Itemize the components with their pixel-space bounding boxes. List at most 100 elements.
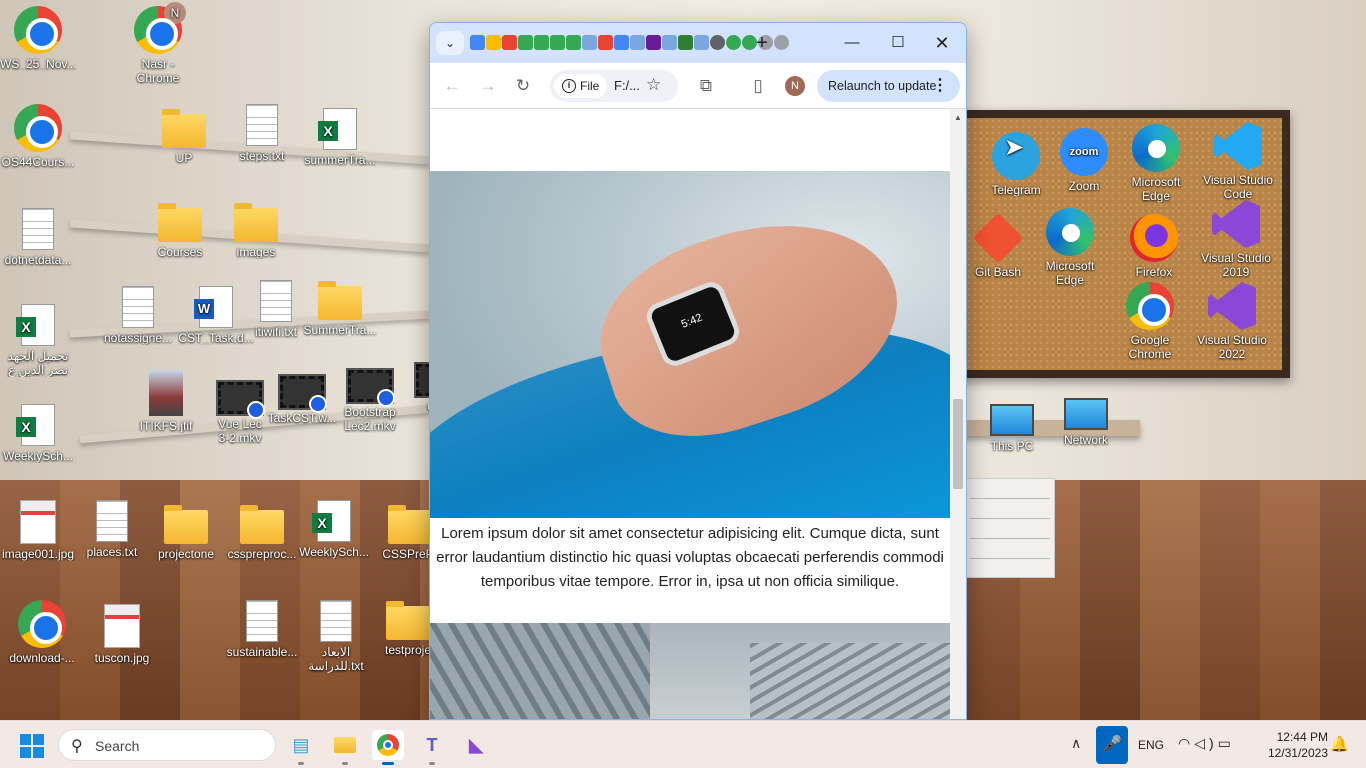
close-window-button[interactable]: ✕: [928, 31, 956, 55]
relaunch-label: Relaunch to update: [828, 79, 937, 93]
desktop-icon-label: Nasr - Chrome: [136, 57, 180, 85]
scroll-up-arrow-icon[interactable]: ▲: [954, 113, 962, 122]
system-tray-icons[interactable]: ◠◁)▭: [1178, 735, 1235, 752]
desktop-icon[interactable]: steps.txt: [224, 100, 300, 163]
tab-favicon[interactable]: [566, 35, 581, 50]
desktop-icon[interactable]: Visual Studio Code: [1200, 122, 1276, 201]
desktop-icon[interactable]: TaskCST.w...: [264, 366, 340, 425]
desktop-icon[interactable]: N Nasr - Chrome: [120, 2, 196, 85]
vertical-scrollbar[interactable]: ▲: [950, 109, 966, 719]
desktop-icon[interactable]: Microsoft Edge: [1118, 124, 1194, 203]
battery-icon[interactable]: ▭: [1218, 735, 1235, 751]
more-menu-icon[interactable]: ⋮: [932, 70, 948, 102]
scrollbar-thumb[interactable]: [953, 399, 963, 490]
desktop-icon[interactable]: zoom Zoom: [1046, 128, 1122, 193]
taskbar-clock[interactable]: 12:44 PM 12/31/2023: [1258, 729, 1328, 761]
tab-favicon[interactable]: [710, 35, 725, 50]
desktop-icon[interactable]: Visual Studio 2022: [1194, 282, 1270, 361]
desktop-icon[interactable]: Bootstrap Lec2.mkv: [332, 360, 408, 433]
desktop-icon[interactable]: Telegram: [978, 132, 1054, 197]
tab-search-button[interactable]: ⌄: [436, 31, 464, 55]
visual-studio-taskbar-icon[interactable]: ◣: [460, 730, 492, 760]
desktop-icon[interactable]: UP: [146, 104, 222, 165]
chrome-taskbar-icon[interactable]: [372, 730, 404, 765]
desktop-icon[interactable]: This PC: [974, 394, 1050, 453]
side-panel-icon[interactable]: ▯: [746, 74, 770, 98]
desktop-icon[interactable]: Google Chrome: [1112, 282, 1188, 361]
wifi-icon[interactable]: ◠: [1178, 735, 1194, 751]
bookmark-star-icon[interactable]: ☆: [646, 75, 661, 95]
tab-favicon[interactable]: [614, 35, 629, 50]
tab-favicon[interactable]: [502, 35, 517, 50]
desktop-icon[interactable]: sustainable...: [224, 596, 300, 659]
desktop-icon[interactable]: Firefox: [1116, 214, 1192, 279]
tab-favicon[interactable]: [582, 35, 597, 50]
maximize-button[interactable]: ☐: [884, 31, 912, 55]
tab-favicon[interactable]: [662, 35, 677, 50]
tab-favicon[interactable]: [470, 35, 485, 50]
desktop-icon[interactable]: image001.jpg: [0, 496, 76, 561]
desktop-icon[interactable]: csspreproc...: [224, 500, 300, 561]
volume-icon[interactable]: ◁): [1194, 735, 1217, 751]
microphone-icon[interactable]: 🎤: [1096, 726, 1128, 764]
forward-arrow-icon[interactable]: →: [476, 74, 500, 98]
extensions-puzzle-icon[interactable]: ⧉: [694, 74, 718, 98]
input-language[interactable]: ENG: [1138, 738, 1164, 752]
tab-favicon[interactable]: [726, 35, 741, 50]
desktop-icon[interactable]: projectone: [148, 500, 224, 561]
back-arrow-icon[interactable]: ←: [440, 74, 464, 98]
reload-icon[interactable]: ↻: [511, 74, 535, 98]
tab-favicon[interactable]: [774, 35, 789, 50]
site-info-chip[interactable]: File: [554, 74, 608, 98]
desktop-icon[interactable]: WeeklySch...: [0, 400, 76, 463]
desktop-icon[interactable]: dotnetdata...: [0, 204, 76, 267]
desktop-icon[interactable]: tuscon.jpg: [84, 600, 160, 665]
tab-favicon[interactable]: [550, 35, 565, 50]
url-text[interactable]: F:/...: [614, 78, 640, 93]
desktop-icon[interactable]: WS_25_Nov...: [0, 6, 76, 71]
tab-favicon[interactable]: [678, 35, 693, 50]
pinned-tab-favicons[interactable]: [470, 35, 789, 50]
desktop-icon[interactable]: OS44Cours...: [0, 104, 76, 169]
show-hidden-icons-chevron-icon[interactable]: ∧: [1071, 735, 1081, 752]
tab-favicon[interactable]: [598, 35, 613, 50]
desktop-icon[interactable]: Network: [1048, 388, 1124, 447]
tab-favicon[interactable]: [534, 35, 549, 50]
taskbar-search-box[interactable]: ⚲ Search: [58, 729, 276, 761]
address-bar[interactable]: File F:/... ☆: [550, 70, 678, 102]
desktop-icon[interactable]: تحميل الجهد نصر الدين ع: [0, 300, 76, 377]
desktop-icon-label: This PC: [990, 439, 1034, 453]
desktop-icon[interactable]: images: [218, 198, 294, 259]
desktop-icon[interactable]: ITIKFS.jfif: [128, 368, 204, 433]
xls-icon: [16, 304, 55, 346]
desktop-icon[interactable]: Git Bash: [960, 212, 1036, 279]
relaunch-to-update-button[interactable]: Relaunch to update ⋮: [817, 70, 960, 102]
tab-favicon[interactable]: [694, 35, 709, 50]
new-tab-button[interactable]: +: [748, 31, 776, 55]
desktop-icon[interactable]: Visual Studio 2019: [1198, 200, 1274, 279]
tab-favicon[interactable]: [630, 35, 645, 50]
teams-taskbar-icon[interactable]: T: [416, 730, 448, 765]
profile-avatar[interactable]: N: [785, 76, 805, 96]
desktop-icon-label: Visual Studio 2022: [1197, 333, 1267, 361]
desktop-icon[interactable]: download-...: [4, 600, 80, 665]
tab-favicon[interactable]: [518, 35, 533, 50]
desktop-icon[interactable]: places.txt: [74, 496, 150, 559]
desktop-icon[interactable]: الابعاد للدراسة.txt: [298, 596, 374, 673]
notification-bell-icon[interactable]: 🔔: [1330, 735, 1349, 753]
desktop-icon[interactable]: Courses: [142, 198, 218, 259]
desktop-icon[interactable]: notassigne...: [100, 282, 176, 345]
tab-favicon[interactable]: [646, 35, 661, 50]
desktop-icon[interactable]: SummerTra...: [302, 276, 378, 337]
start-button[interactable]: [20, 734, 44, 758]
desktop-icon-label: places.txt: [86, 545, 138, 559]
tab-favicon[interactable]: [486, 35, 501, 50]
ff-icon: [1130, 214, 1178, 262]
minimize-button[interactable]: —: [838, 31, 866, 55]
desktop-icon[interactable]: Microsoft Edge: [1032, 208, 1108, 287]
desktop-icon[interactable]: summerTra...: [302, 104, 378, 167]
notepad-taskbar-icon[interactable]: ▤: [285, 730, 317, 765]
file-explorer-taskbar-icon[interactable]: [329, 730, 361, 765]
page-viewport[interactable]: 5:42 Lorem ipsum dolor sit amet consecte…: [430, 109, 950, 719]
desktop-icon[interactable]: WeeklySch...: [296, 496, 372, 559]
